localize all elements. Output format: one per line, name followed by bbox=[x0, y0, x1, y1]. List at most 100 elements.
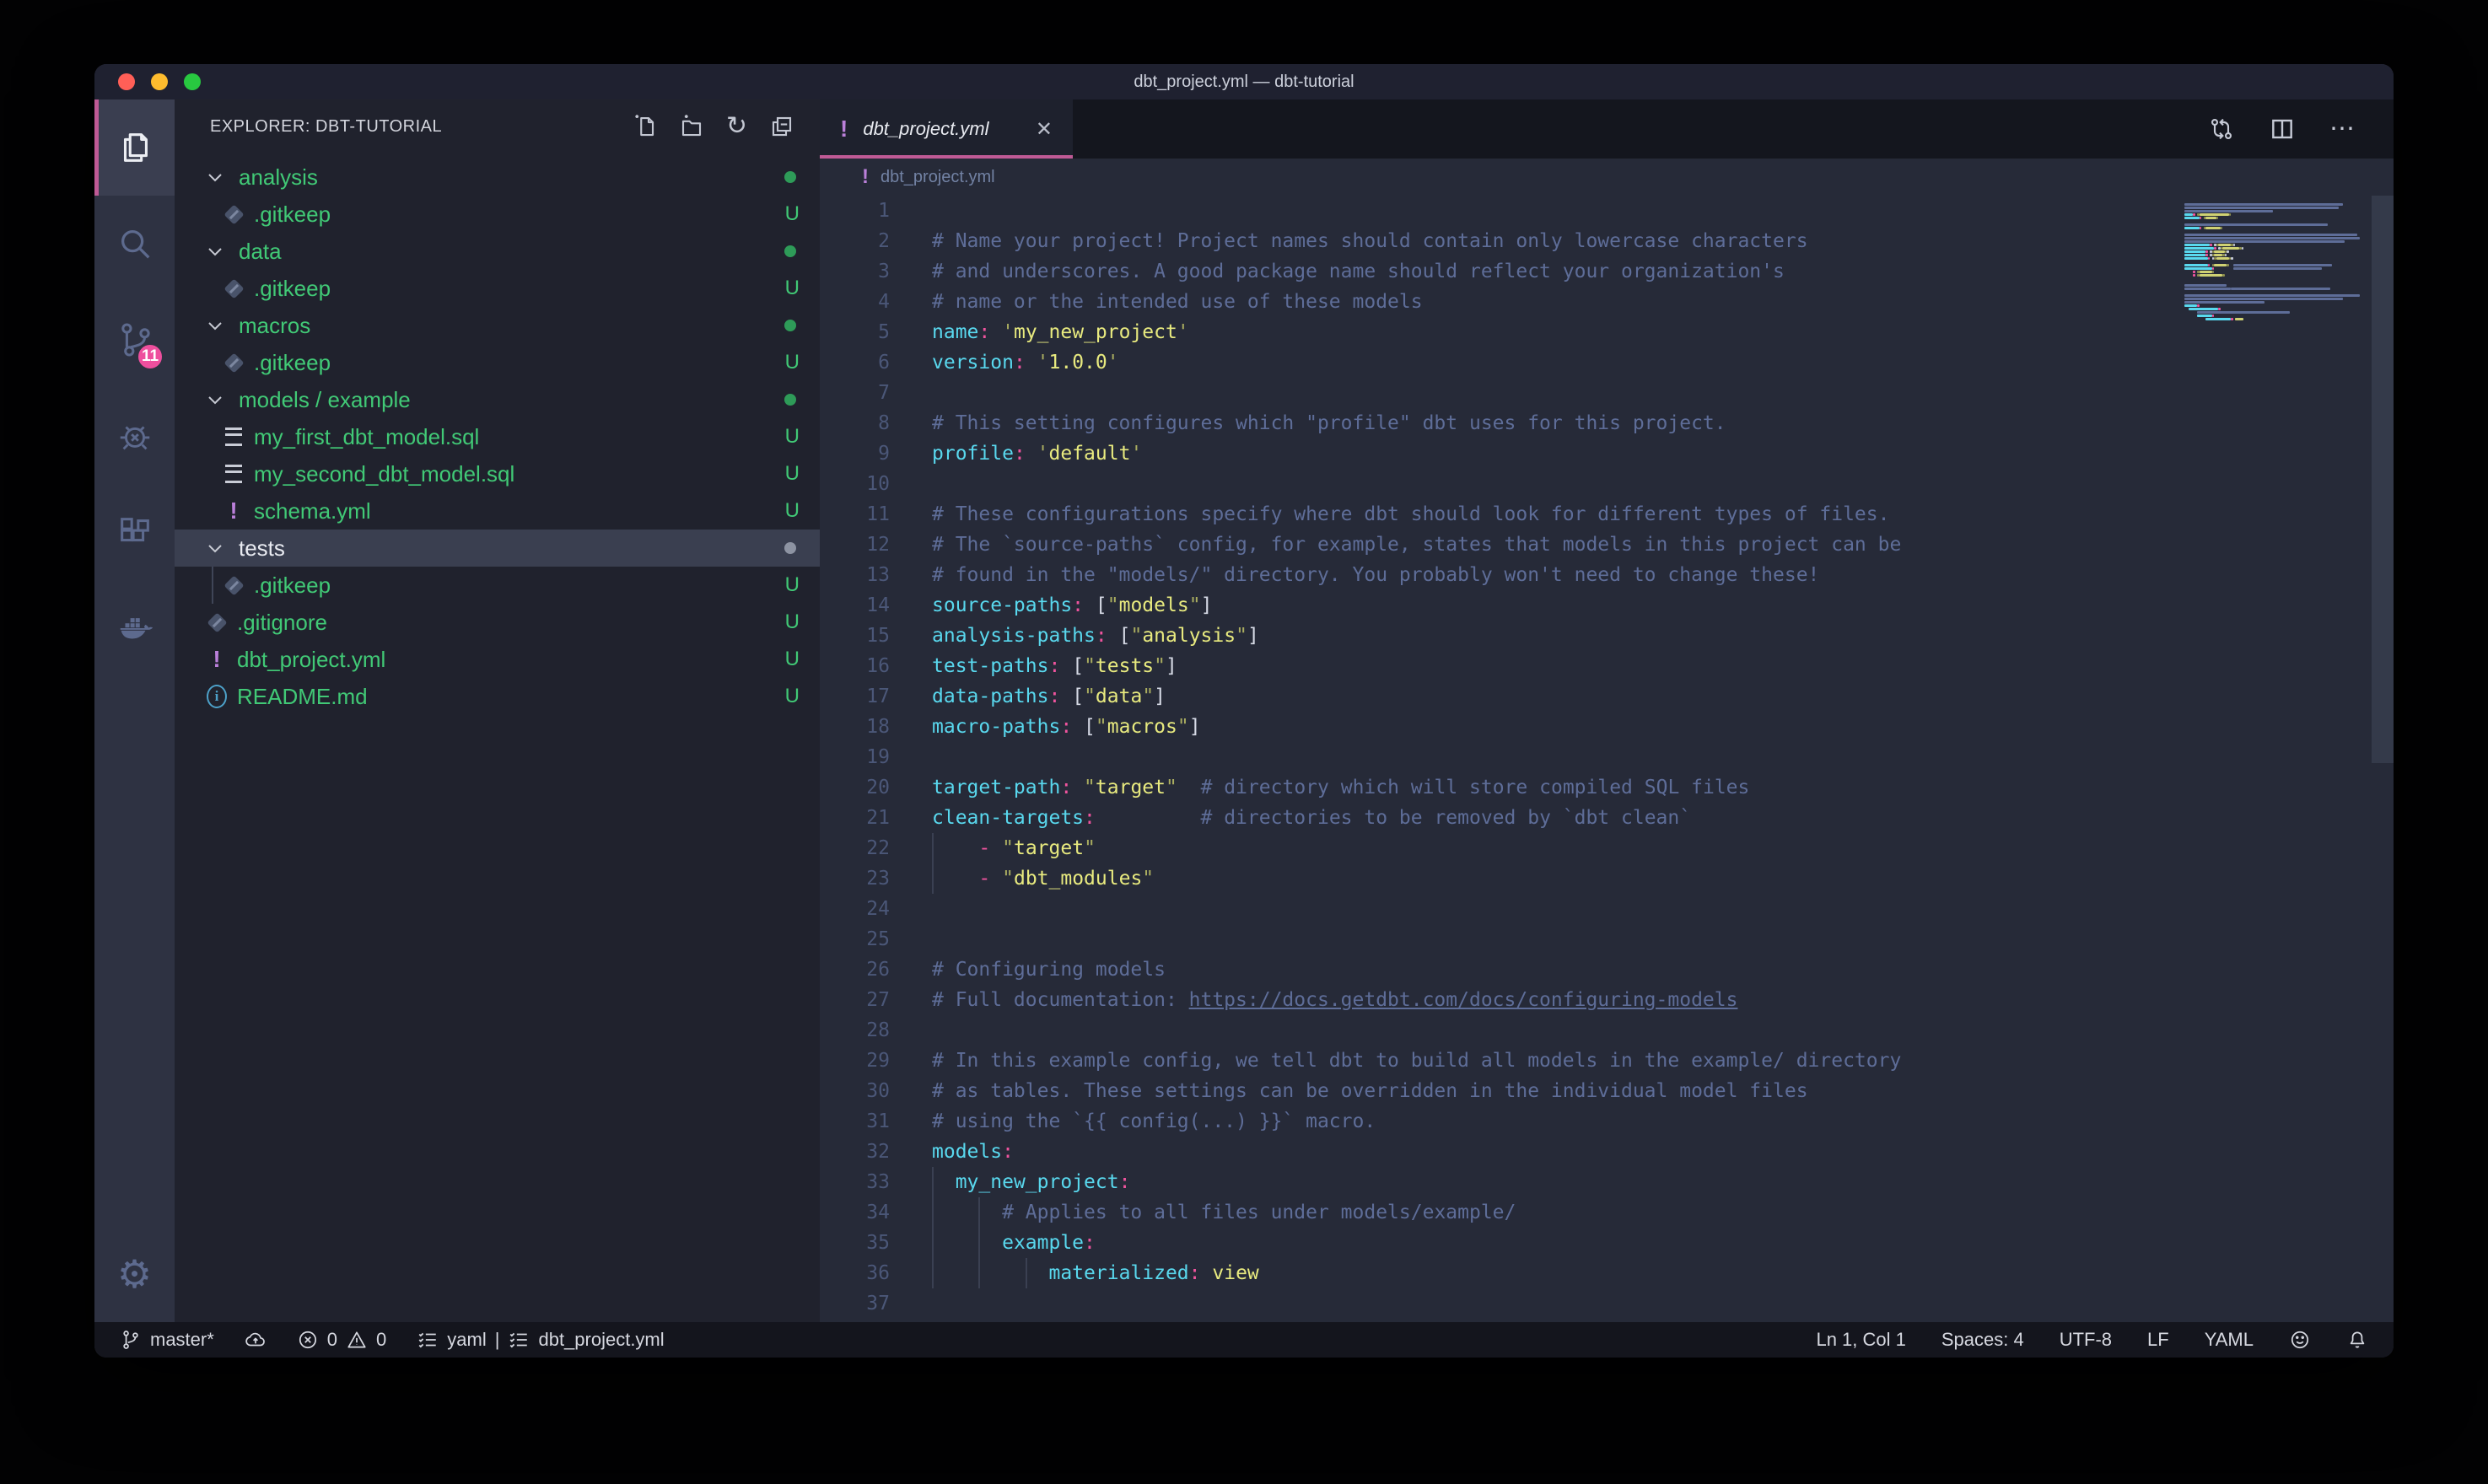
code-line-23[interactable]: 23 - "dbt_modules" bbox=[820, 863, 2394, 894]
code-line-16[interactable]: 16test-paths: ["tests"] bbox=[820, 651, 2394, 681]
token-k: analysis-paths bbox=[932, 625, 1096, 647]
indentation-item[interactable]: Spaces: 4 bbox=[1941, 1329, 2024, 1351]
activity-debug[interactable] bbox=[94, 388, 175, 484]
tree-item-analysis[interactable]: analysis bbox=[175, 159, 820, 196]
code-line-18[interactable]: 18macro-paths: ["macros"] bbox=[820, 712, 2394, 742]
open-changes-icon[interactable] bbox=[2208, 116, 2235, 142]
code-line-15[interactable]: 15analysis-paths: ["analysis"] bbox=[820, 621, 2394, 651]
code-line-17[interactable]: 17data-paths: ["data"] bbox=[820, 681, 2394, 712]
more-actions-icon[interactable]: ⋯ bbox=[2329, 121, 2356, 137]
line-number: 24 bbox=[820, 894, 890, 924]
code-line-34[interactable]: 34 # Applies to all files under models/e… bbox=[820, 1197, 2394, 1228]
yaml-file-icon: ! bbox=[207, 649, 227, 669]
yaml-schema-item[interactable]: yaml | dbt_project.yml bbox=[417, 1329, 664, 1351]
activity-docker[interactable] bbox=[94, 580, 175, 676]
tree-item-dbt-project-yml[interactable]: !dbt_project.ymlU bbox=[175, 641, 820, 678]
activity-explorer[interactable] bbox=[94, 99, 175, 196]
tree-item-tests[interactable]: tests bbox=[175, 530, 820, 567]
notifications-item[interactable] bbox=[2346, 1329, 2368, 1351]
zoom-window-button[interactable] bbox=[184, 73, 201, 90]
publish-item[interactable] bbox=[245, 1329, 267, 1351]
code-line-6[interactable]: 6version: '1.0.0' bbox=[820, 347, 2394, 378]
code-line-22[interactable]: 22 - "target" bbox=[820, 833, 2394, 863]
cursor-position-item[interactable]: Ln 1, Col 1 bbox=[1816, 1329, 1905, 1351]
minimap[interactable] bbox=[2184, 199, 2368, 324]
code-line-26[interactable]: 26# Configuring models bbox=[820, 954, 2394, 985]
tree-item-my-second-dbt-model-sql[interactable]: my_second_dbt_model.sqlU bbox=[175, 455, 820, 492]
code-line-37[interactable]: 37 bbox=[820, 1288, 2394, 1319]
title-bar[interactable]: dbt_project.yml — dbt-tutorial bbox=[94, 64, 2394, 99]
code-line-9[interactable]: 9profile: 'default' bbox=[820, 438, 2394, 469]
tree-item--gitkeep[interactable]: .gitkeepU bbox=[175, 344, 820, 381]
tab-close-icon[interactable]: ✕ bbox=[1036, 117, 1053, 142]
feedback-item[interactable] bbox=[2289, 1329, 2311, 1351]
code-line-25[interactable]: 25 bbox=[820, 924, 2394, 954]
tree-item-models-example[interactable]: models / example bbox=[175, 381, 820, 418]
code-line-33[interactable]: 33 my_new_project: bbox=[820, 1167, 2394, 1197]
code-line-1[interactable]: 1 bbox=[820, 196, 2394, 226]
problems-item[interactable]: 0 0 bbox=[297, 1329, 387, 1351]
code-line-21[interactable]: 21clean-targets: # directories to be rem… bbox=[820, 803, 2394, 833]
traffic-lights bbox=[118, 73, 201, 90]
sql-file-icon bbox=[223, 464, 244, 484]
code-line-12[interactable]: 12# The `source-paths` config, for examp… bbox=[820, 530, 2394, 560]
code-editor[interactable]: 12# Name your project! Project names sho… bbox=[820, 196, 2394, 1322]
activity-search[interactable] bbox=[94, 196, 175, 292]
code-line-19[interactable]: 19 bbox=[820, 742, 2394, 772]
split-editor-icon[interactable] bbox=[2269, 116, 2296, 142]
code-line-10[interactable]: 10 bbox=[820, 469, 2394, 499]
token-b: [ bbox=[1072, 655, 1084, 677]
code-line-36[interactable]: 36 materialized: view bbox=[820, 1258, 2394, 1288]
tree-item-readme-md[interactable]: iREADME.mdU bbox=[175, 678, 820, 715]
new-folder-icon[interactable] bbox=[679, 114, 704, 139]
warnings-icon bbox=[346, 1329, 368, 1351]
activity-settings[interactable]: ⚙ bbox=[94, 1226, 175, 1322]
tree-item-label: tests bbox=[239, 535, 285, 562]
activity-source-control[interactable]: 11 bbox=[94, 292, 175, 388]
refresh-icon[interactable]: ↻ bbox=[726, 114, 747, 139]
code-line-24[interactable]: 24 bbox=[820, 894, 2394, 924]
code-line-5[interactable]: 5name: 'my_new_project' bbox=[820, 317, 2394, 347]
code-line-27[interactable]: 27# Full documentation: https://docs.get… bbox=[820, 985, 2394, 1015]
code-line-29[interactable]: 29# In this example config, we tell dbt … bbox=[820, 1046, 2394, 1076]
code-line-7[interactable]: 7 bbox=[820, 378, 2394, 408]
code-line-32[interactable]: 32models: bbox=[820, 1137, 2394, 1167]
token-d bbox=[1072, 716, 1084, 738]
language-mode-item[interactable]: YAML bbox=[2205, 1329, 2254, 1351]
code-line-35[interactable]: 35 example: bbox=[820, 1228, 2394, 1258]
code-line-13[interactable]: 13# found in the "models/" directory. Yo… bbox=[820, 560, 2394, 590]
code-line-30[interactable]: 30# as tables. These settings can be ove… bbox=[820, 1076, 2394, 1106]
tree-item-macros[interactable]: macros bbox=[175, 307, 820, 344]
code-line-2[interactable]: 2# Name your project! Project names shou… bbox=[820, 226, 2394, 256]
code-line-14[interactable]: 14source-paths: ["models"] bbox=[820, 590, 2394, 621]
code-line-4[interactable]: 4# name or the intended use of these mod… bbox=[820, 287, 2394, 317]
encoding-item[interactable]: UTF-8 bbox=[2060, 1329, 2112, 1351]
collapse-all-icon[interactable] bbox=[769, 114, 794, 139]
eol-item[interactable]: LF bbox=[2147, 1329, 2169, 1351]
new-file-icon[interactable] bbox=[632, 114, 657, 139]
breadcrumb-file[interactable]: dbt_project.yml bbox=[880, 168, 995, 187]
code-line-11[interactable]: 11# These configurations specify where d… bbox=[820, 499, 2394, 530]
token-q: ' bbox=[1037, 352, 1049, 374]
code-line-31[interactable]: 31# using the `{{ config(...) }}` macro. bbox=[820, 1106, 2394, 1137]
git-branch-item[interactable]: master* bbox=[120, 1329, 214, 1351]
tree-item-data[interactable]: data bbox=[175, 233, 820, 270]
breadcrumb[interactable]: ! dbt_project.yml bbox=[820, 159, 2394, 196]
minimize-window-button[interactable] bbox=[151, 73, 168, 90]
vertical-scrollbar[interactable] bbox=[2372, 196, 2394, 763]
activity-extensions[interactable] bbox=[94, 484, 175, 580]
close-window-button[interactable] bbox=[118, 73, 135, 90]
tree-item--gitignore[interactable]: .gitignoreU bbox=[175, 604, 820, 641]
code-line-20[interactable]: 20target-path: "target" # directory whic… bbox=[820, 772, 2394, 803]
tab-dbt-project-yml[interactable]: ! dbt_project.yml ✕ bbox=[820, 99, 1073, 159]
tree-item--gitkeep[interactable]: .gitkeepU bbox=[175, 196, 820, 233]
token-d bbox=[1107, 625, 1119, 647]
tree-item--gitkeep[interactable]: .gitkeepU bbox=[175, 567, 820, 604]
tree-item-schema-yml[interactable]: !schema.ymlU bbox=[175, 492, 820, 530]
tree-item--gitkeep[interactable]: .gitkeepU bbox=[175, 270, 820, 307]
code-line-8[interactable]: 8# This setting configures which "profil… bbox=[820, 408, 2394, 438]
code-line-28[interactable]: 28 bbox=[820, 1015, 2394, 1046]
tree-item-my-first-dbt-model-sql[interactable]: my_first_dbt_model.sqlU bbox=[175, 418, 820, 455]
code-line-3[interactable]: 3# and underscores. A good package name … bbox=[820, 256, 2394, 287]
tree-item-label: schema.yml bbox=[254, 498, 371, 524]
